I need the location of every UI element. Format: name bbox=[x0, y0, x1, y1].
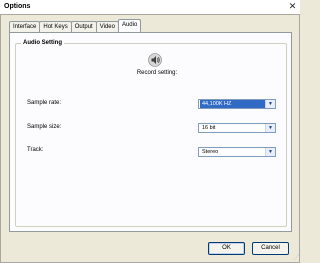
ok-button[interactable]: OK bbox=[208, 242, 245, 255]
tab-hot-keys[interactable]: Hot Keys bbox=[39, 21, 72, 32]
record-setting-label: Record setting: bbox=[136, 70, 178, 76]
track-select[interactable]: Stereo ▼ bbox=[198, 147, 276, 157]
title-bar: Options ✕ bbox=[0, 0, 300, 15]
tab-interface[interactable]: Interface bbox=[9, 21, 41, 32]
track-value: Stereo bbox=[202, 149, 219, 155]
tab-video[interactable]: Video bbox=[95, 21, 119, 32]
speaker-icon bbox=[148, 53, 162, 67]
group-title: Audio Setting bbox=[21, 40, 64, 46]
sample-rate-value: 44,100K HZ bbox=[200, 100, 265, 108]
sample-rate-label: Sample rate: bbox=[27, 100, 62, 106]
track-label: Track: bbox=[27, 147, 44, 153]
chevron-down-icon[interactable]: ▼ bbox=[265, 148, 275, 156]
sample-rate-select[interactable]: 44,100K HZ ▼ bbox=[198, 99, 276, 109]
tab-output[interactable]: Output bbox=[70, 21, 97, 32]
cancel-button[interactable]: Cancel bbox=[252, 242, 289, 255]
chevron-down-icon[interactable]: ▼ bbox=[265, 124, 275, 132]
close-icon[interactable]: ✕ bbox=[288, 2, 297, 11]
sample-size-value: 16 bit bbox=[202, 125, 216, 131]
tab-audio[interactable]: Audio bbox=[117, 19, 142, 32]
window-title: Options bbox=[4, 3, 31, 10]
sample-size-select[interactable]: 16 bit ▼ bbox=[198, 123, 276, 133]
chevron-down-icon[interactable]: ▼ bbox=[265, 100, 275, 108]
tab-strip: Interface Hot Keys Output Video Audio bbox=[9, 19, 142, 32]
resize-grip-icon[interactable]: ⋰ bbox=[293, 255, 299, 261]
audio-tab-panel: Audio Setting Record setting: Sample rat… bbox=[9, 32, 292, 232]
sample-size-label: Sample size: bbox=[27, 124, 62, 130]
